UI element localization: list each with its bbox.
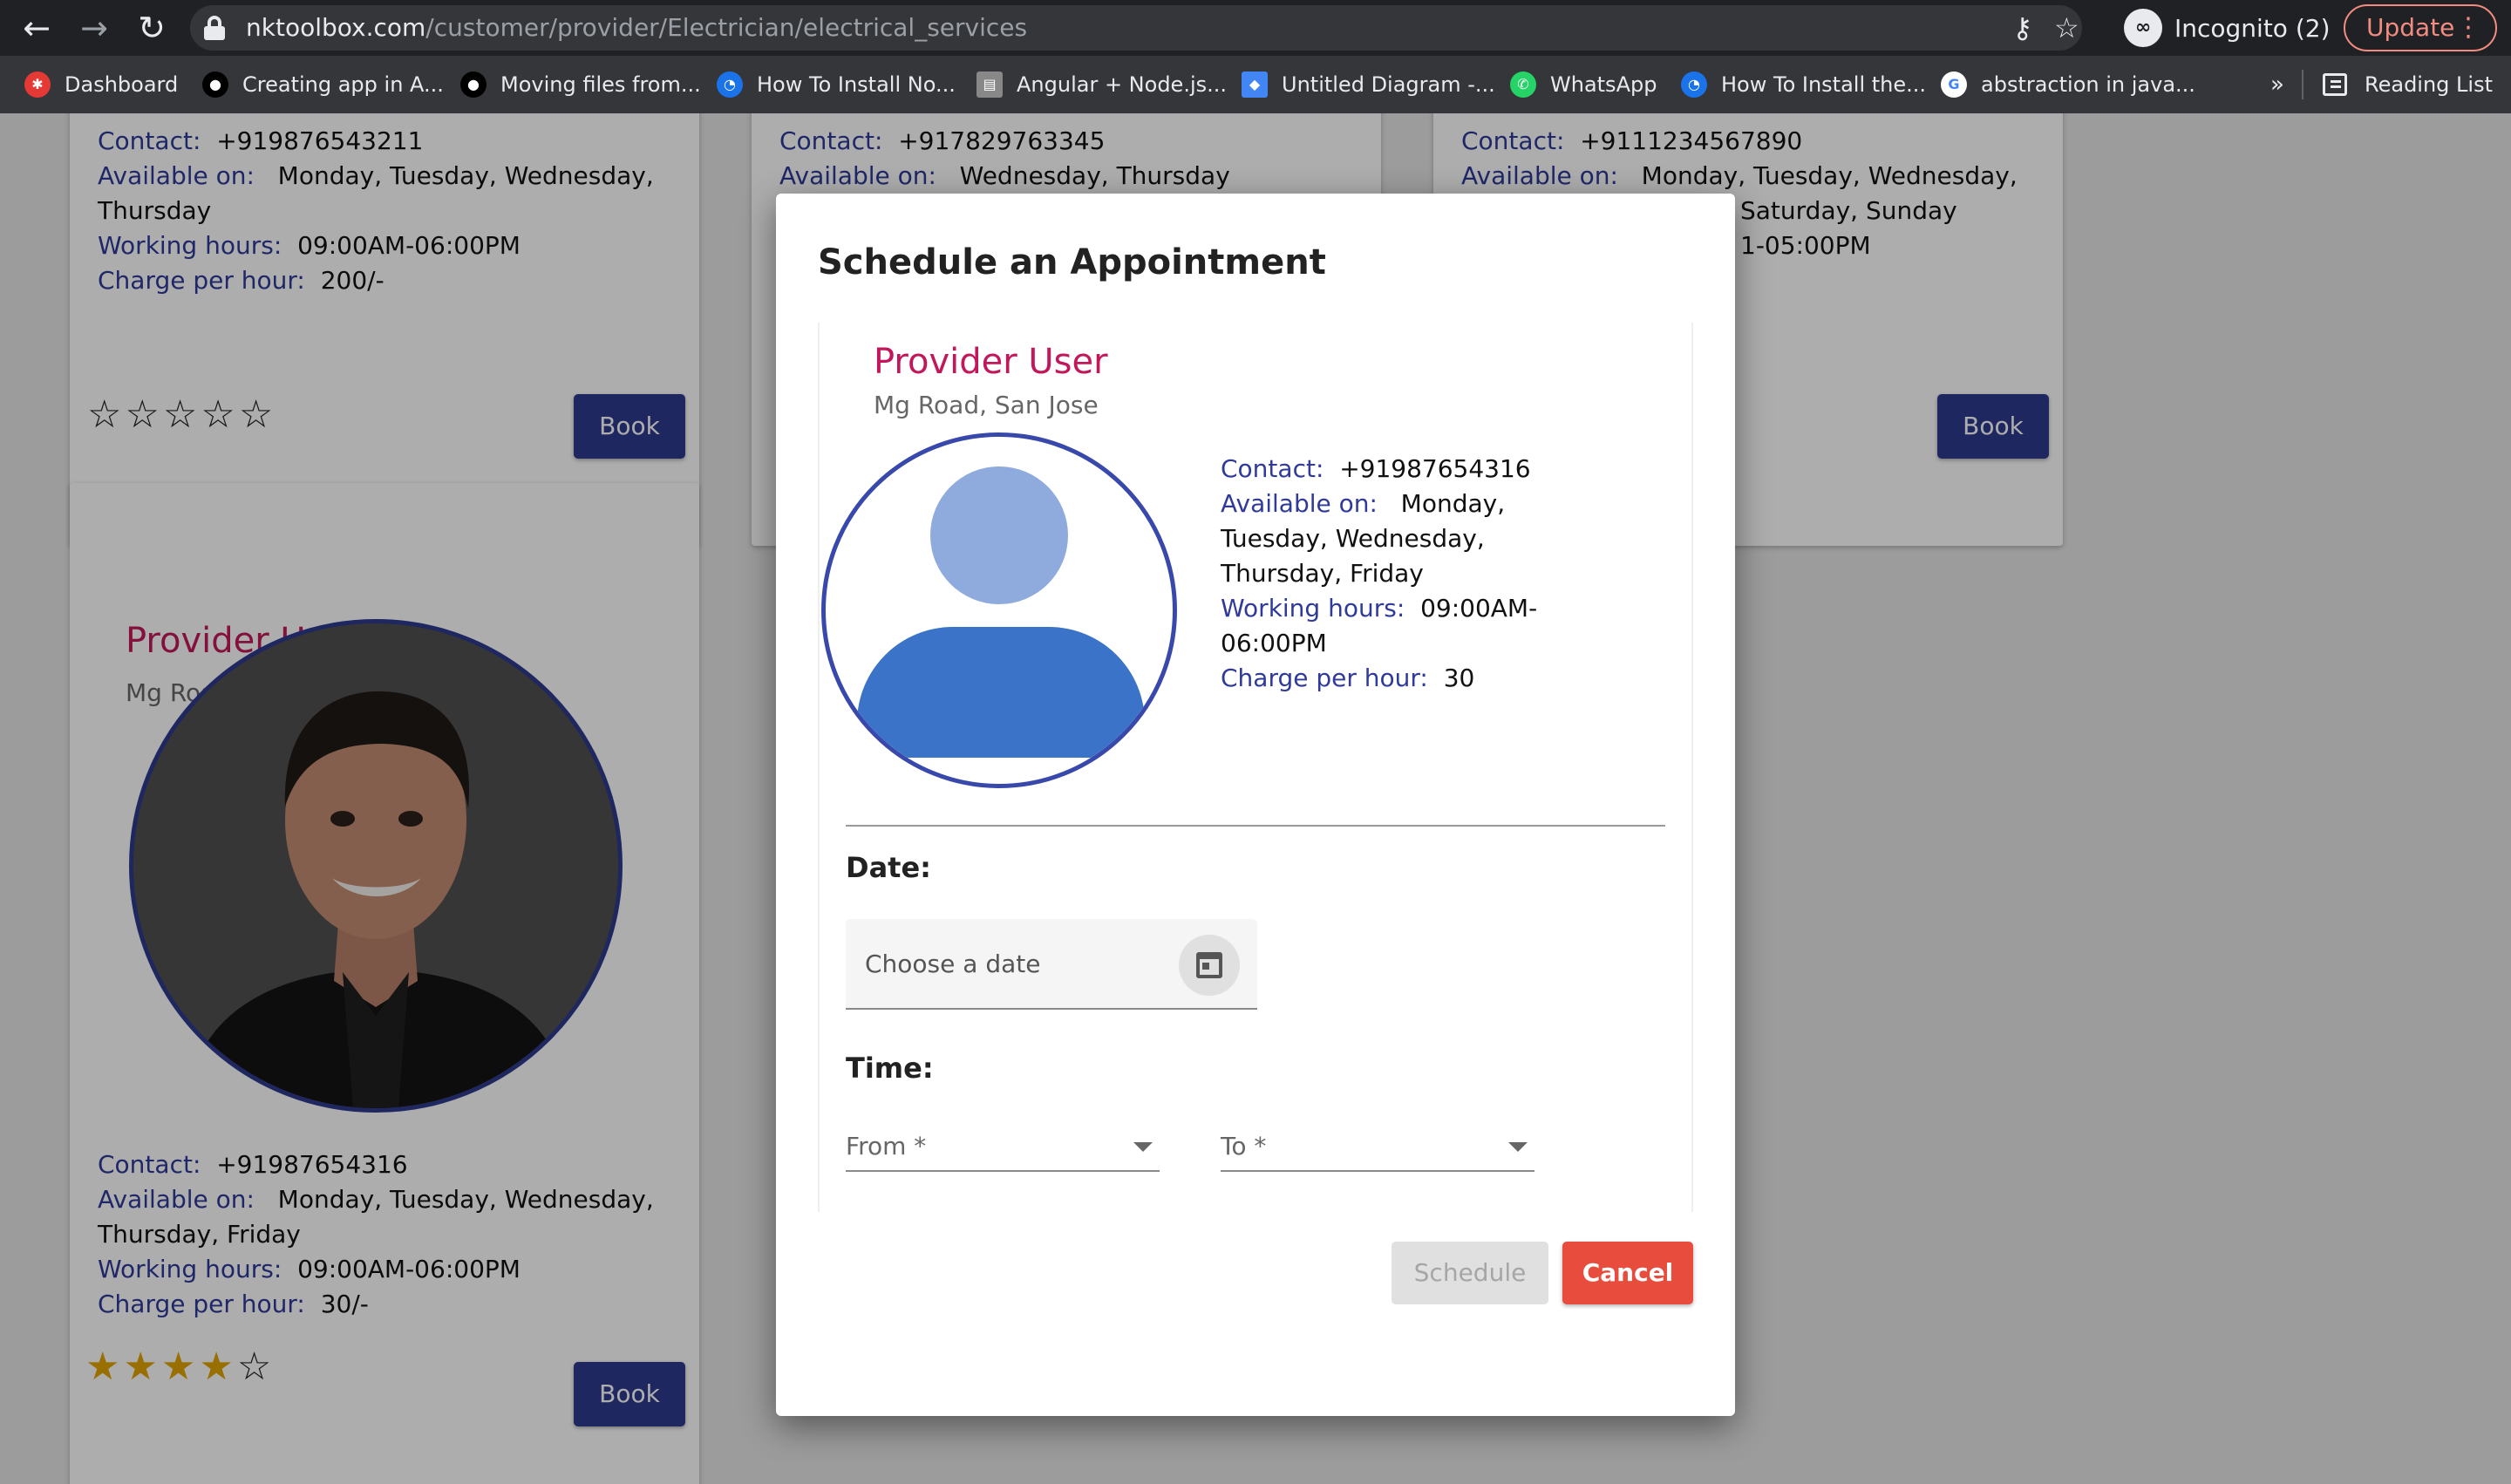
article-favicon-icon: ▤ — [976, 71, 1003, 98]
forward-arrow-icon[interactable]: → — [71, 5, 117, 51]
reading-list-icon — [2323, 73, 2347, 96]
medium-favicon-icon: ● — [460, 71, 487, 98]
dropdown-arrow-icon — [1133, 1142, 1153, 1152]
bookmarks-overflow-icon[interactable]: » — [2270, 56, 2284, 113]
drawio-favicon-icon: ◆ — [1242, 71, 1268, 98]
google-favicon-icon: G — [1941, 71, 1967, 98]
url-text[interactable]: nktoolbox.com/customer/provider/Electric… — [246, 5, 1027, 51]
provider-name: Provider User — [874, 342, 1108, 382]
dropdown-arrow-icon — [1508, 1142, 1528, 1152]
reading-list-label: Reading List — [2365, 72, 2493, 97]
medium-favicon-icon: ● — [202, 71, 228, 98]
section-divider — [846, 825, 1665, 827]
bookmark-item[interactable]: ◔ How To Install No... — [717, 56, 956, 113]
bookmarks-bar: ✱ Dashboard ● Creating app in A... ● Moving… — [0, 56, 2511, 113]
lock-icon[interactable] — [204, 16, 225, 40]
bookmark-item[interactable]: ✆ WhatsApp — [1510, 56, 1657, 113]
browser-toolbar: ← → ↻ nktoolbox.com/customer/provider/El… — [0, 0, 2511, 56]
cancel-button[interactable]: Cancel — [1562, 1242, 1693, 1304]
calendar-icon — [1196, 952, 1222, 978]
incognito-label: Incognito (2) — [2174, 13, 2331, 43]
back-arrow-icon[interactable]: ← — [14, 5, 59, 51]
incognito-icon: ∞ — [2124, 9, 2162, 47]
date-placeholder: Choose a date — [865, 950, 1041, 978]
whatsapp-favicon-icon: ✆ — [1510, 71, 1536, 98]
bookmark-item[interactable]: ● Moving files from... — [460, 56, 701, 113]
date-input[interactable]: Choose a date — [846, 919, 1257, 1010]
provider-details: Contact: +91987654316 Available on: Mond… — [1221, 454, 1538, 692]
to-placeholder: To * — [1221, 1132, 1267, 1161]
reload-icon[interactable]: ↻ — [129, 5, 174, 51]
user-avatar-icon — [821, 432, 1177, 788]
update-label: Update — [2366, 13, 2455, 42]
bookmark-item[interactable]: Gabstraction in java... — [1941, 56, 2195, 113]
address-bar[interactable]: nktoolbox.com/customer/provider/Electric… — [190, 5, 2082, 51]
bookmarks-divider — [2302, 70, 2303, 99]
schedule-button[interactable]: Schedule — [1392, 1242, 1548, 1304]
reading-list-button[interactable]: Reading List — [2323, 56, 2493, 113]
time-label: Time: — [846, 1052, 934, 1085]
from-placeholder: From * — [846, 1132, 927, 1161]
avatar-body — [857, 627, 1145, 758]
key-icon[interactable]: ⚷ — [2012, 5, 2032, 51]
dialog-title: Schedule an Appointment — [818, 242, 1326, 283]
provider-address: Mg Road, San Jose — [874, 391, 1099, 419]
to-time-select[interactable]: To * — [1221, 1121, 1534, 1172]
digitalocean-favicon-icon: ◔ — [1681, 71, 1707, 98]
bookmark-star-icon[interactable]: ☆ — [2054, 5, 2079, 51]
bookmark-item[interactable]: ◆ Untitled Diagram -... — [1242, 56, 1495, 113]
digitalocean-favicon-icon: ◔ — [717, 71, 743, 98]
bookmark-item[interactable]: ● Creating app in A... — [202, 56, 444, 113]
datepicker-toggle-button[interactable] — [1179, 935, 1240, 996]
from-time-select[interactable]: From * — [846, 1121, 1160, 1172]
bookmark-item[interactable]: ▤ Angular + Node.js... — [976, 56, 1227, 113]
schedule-appointment-dialog: Schedule an Appointment Provider User Mg… — [776, 194, 1735, 1416]
incognito-indicator[interactable]: ∞ Incognito (2) — [2124, 5, 2331, 51]
date-label: Date: — [846, 851, 931, 884]
bookmark-item[interactable]: ◔ How To Install the... — [1681, 56, 1926, 113]
dashboard-favicon-icon: ✱ — [24, 71, 51, 98]
more-menu-icon[interactable]: ⋮ — [2455, 6, 2481, 50]
bookmark-item[interactable]: ✱ Dashboard — [24, 56, 178, 113]
update-button[interactable]: Update ⋮ — [2344, 4, 2497, 51]
avatar-head — [930, 466, 1068, 604]
